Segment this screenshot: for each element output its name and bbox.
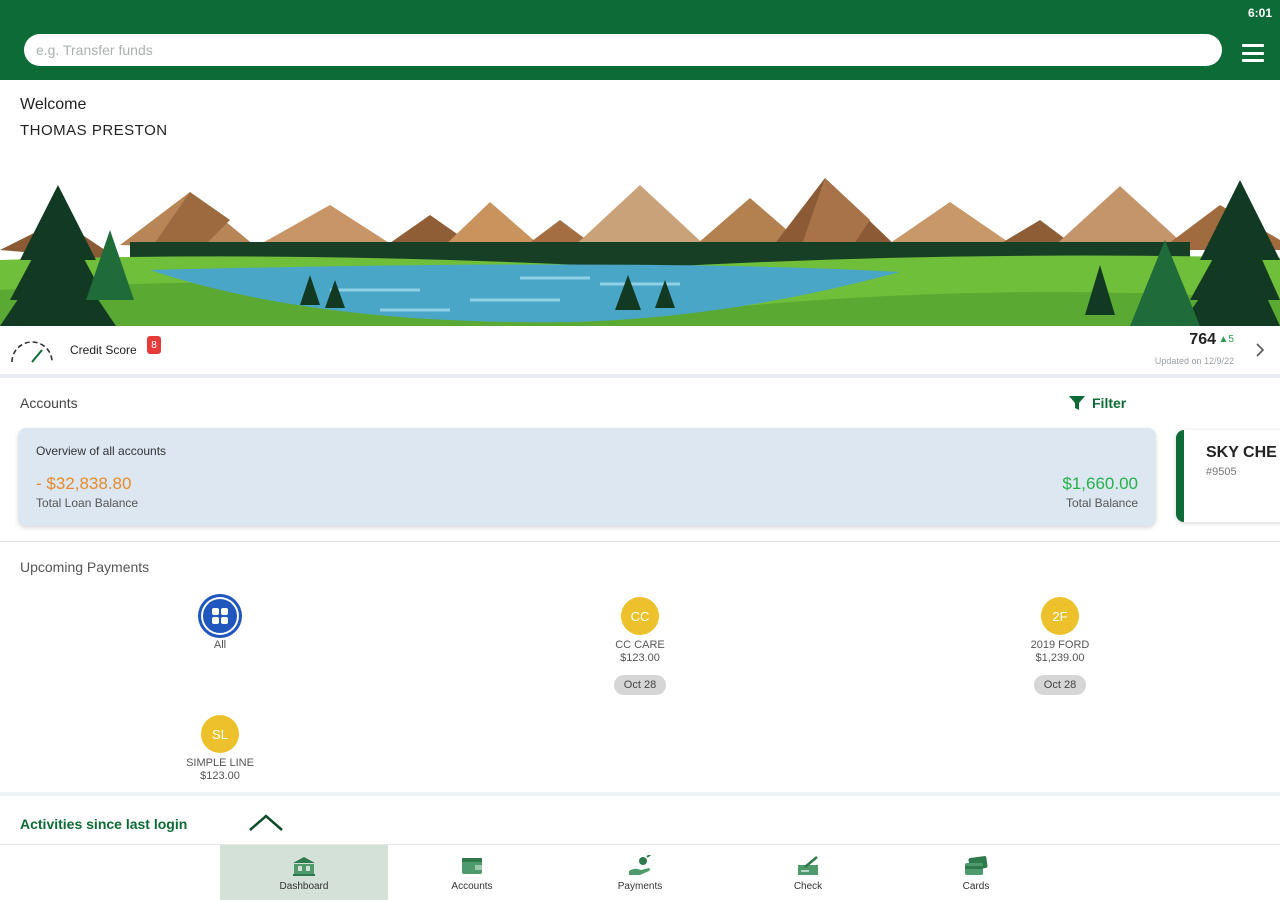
total-balance-label: Total Balance (1065, 496, 1138, 510)
nav-item-dashboard[interactable]: Dashboard (220, 845, 388, 900)
total-loan-balance-value: - $32,838.80 (36, 474, 132, 493)
score-updated-date: Updated on 12/9/22 (1154, 356, 1234, 366)
payment-name: CC CARE (615, 639, 665, 651)
nav-label: Dashboard (279, 880, 329, 892)
nav-item-cards[interactable]: Cards (892, 845, 1060, 900)
user-name: THOMAS PRESTON (20, 122, 168, 139)
payment-item[interactable]: SL SIMPLE LINE $123.00 (160, 715, 280, 783)
search-input[interactable] (36, 42, 1222, 58)
score-change: ▲5 (1218, 334, 1234, 345)
filter-label: Filter (1092, 395, 1127, 411)
nav-label: Cards (962, 880, 990, 892)
accounts-overview-card[interactable]: Overview of all accounts - $32,838.80 To… (18, 428, 1156, 526)
search-bar[interactable] (24, 34, 1222, 66)
chevron-up-icon[interactable] (248, 812, 284, 832)
menu-icon[interactable] (1242, 44, 1264, 62)
account-card-number: #9505 (1206, 466, 1237, 478)
payment-item-all[interactable]: All (160, 597, 280, 652)
landscape-banner (0, 150, 1280, 326)
credit-score-row[interactable]: Credit Score 8 764 ▲5 Updated on 12/9/22 (0, 326, 1280, 378)
filter-icon (1069, 396, 1085, 410)
filter-button[interactable]: Filter (1068, 394, 1126, 412)
payment-name: All (213, 639, 227, 651)
payment-amount: $1,239.00 (1035, 652, 1085, 664)
bottom-navigation: Dashboard Accounts Payments Check Cards (0, 844, 1280, 900)
total-loan-balance-label: Total Loan Balance (36, 496, 139, 510)
activities-title: Activities since last login (20, 816, 188, 832)
account-card-title: SKY CHE (1206, 444, 1277, 461)
notification-badge: 8 (147, 336, 161, 354)
payment-name: 2019 FORD (1030, 639, 1090, 651)
payment-amount: $123.00 (620, 652, 660, 664)
payment-item[interactable]: 2F 2019 FORD $1,239.00 Oct 28 (1000, 597, 1120, 695)
total-balance-value: $1,660.00 (1062, 474, 1138, 493)
upcoming-payments-title: Upcoming Payments (20, 559, 150, 575)
section-divider (0, 541, 1280, 542)
account-card[interactable]: SKY CHE #9505 (1176, 430, 1280, 522)
payment-item[interactable]: CC CC CARE $123.00 Oct 28 (580, 597, 700, 695)
welcome-greeting: Welcome (20, 96, 87, 113)
overview-title: Overview of all accounts (36, 444, 167, 458)
chevron-right-icon[interactable] (1254, 342, 1266, 358)
payment-initials: 2F (1041, 597, 1079, 635)
status-time: 6:01 (1247, 6, 1272, 20)
payment-initials: SL (201, 715, 239, 753)
credit-score-label: Credit Score (70, 343, 137, 357)
nav-item-check[interactable]: Check (724, 845, 892, 900)
all-payments-icon (201, 597, 239, 635)
payment-due-date: Oct 28 (613, 675, 667, 695)
nav-item-accounts[interactable]: Accounts (388, 845, 556, 900)
bank-icon (293, 856, 315, 876)
accounts-section-title: Accounts (20, 395, 78, 411)
nav-item-payments[interactable]: Payments (556, 845, 724, 900)
payment-amount: $123.00 (200, 770, 240, 782)
activities-panel-header[interactable]: Activities since last login (0, 792, 1280, 844)
payment-hand-icon (629, 854, 652, 875)
payment-initials: CC (621, 597, 659, 635)
payment-due-date: Oct 28 (1033, 675, 1087, 695)
gauge-icon (11, 341, 53, 363)
payment-name: SIMPLE LINE (186, 757, 254, 769)
nav-label: Accounts (451, 880, 493, 892)
cards-icon (965, 855, 988, 875)
wallet-icon (462, 857, 482, 874)
check-deposit-icon (798, 855, 818, 875)
credit-score-value: 764 (1189, 331, 1216, 348)
app-header: 6:01 (0, 0, 1280, 80)
nav-label: Check (793, 880, 823, 892)
nav-label: Payments (617, 880, 663, 892)
